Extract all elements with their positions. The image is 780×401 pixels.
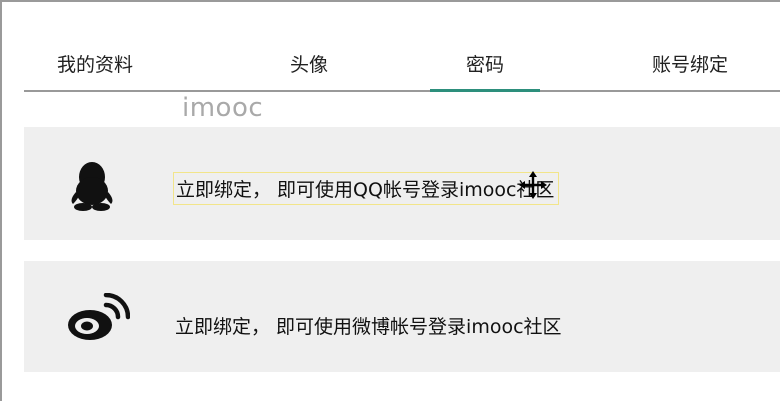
weibo-binding-text[interactable]: 立即绑定， 即可使用微博帐号登录imooc社区 <box>175 312 562 339</box>
tab-avatar[interactable]: 头像 <box>238 36 380 90</box>
tab-account-binding[interactable]: 账号绑定 <box>620 36 760 90</box>
weibo-binding-card[interactable]: 立即绑定， 即可使用微博帐号登录imooc社区 <box>24 261 780 372</box>
watermark-text: imooc <box>182 93 264 123</box>
qq-binding-card[interactable]: 立即绑定， 即可使用QQ帐号登录imooc社区 <box>24 127 780 240</box>
qq-penguin-icon <box>66 160 118 212</box>
tab-bar: 我的资料 头像 密码 账号绑定 <box>24 36 780 92</box>
move-cursor-icon <box>518 170 548 200</box>
tab-password[interactable]: 密码 <box>430 36 540 92</box>
weibo-icon <box>66 292 131 345</box>
tab-my-profile[interactable]: 我的资料 <box>24 36 166 90</box>
qq-binding-text[interactable]: 立即绑定， 即可使用QQ帐号登录imooc社区 <box>173 172 560 205</box>
